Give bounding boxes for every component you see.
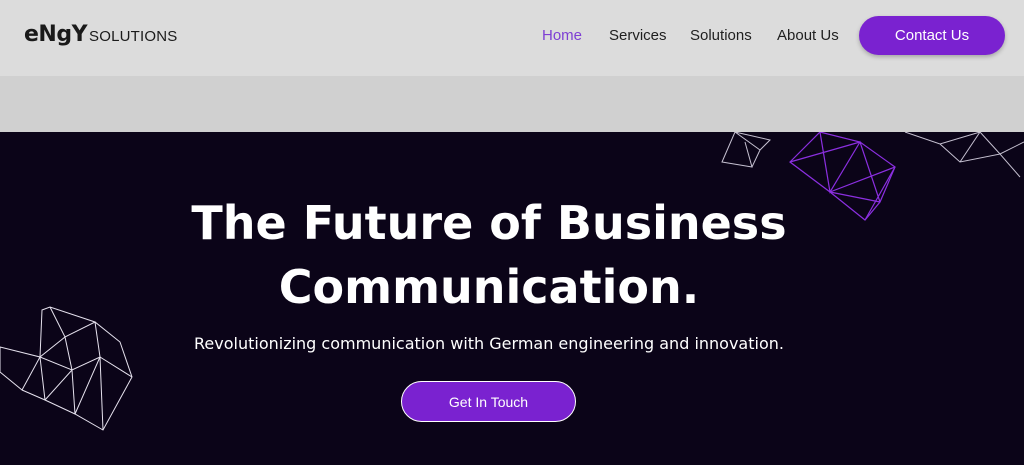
hero-subtitle: Revolutionizing communication with Germa… <box>194 334 784 353</box>
header-spacer-band <box>0 76 1024 132</box>
nav-home[interactable]: Home <box>542 27 582 44</box>
hero-title-line2: Communication. <box>278 260 700 314</box>
logo-text: SOLUTIONS <box>89 28 178 45</box>
hero-title-line1: The Future of Business <box>191 196 787 250</box>
get-in-touch-button[interactable]: Get In Touch <box>401 381 576 422</box>
nav-solutions[interactable]: Solutions <box>690 27 752 44</box>
logo-mark: eNgY <box>24 22 88 47</box>
site-logo[interactable]: eNgY SOLUTIONS <box>24 22 178 47</box>
hero-section: The Future of Business Communication. Re… <box>0 132 1024 465</box>
contact-us-button[interactable]: Contact Us <box>859 16 1005 55</box>
nav-services[interactable]: Services <box>609 27 667 44</box>
nav-about-us[interactable]: About Us <box>777 27 839 44</box>
